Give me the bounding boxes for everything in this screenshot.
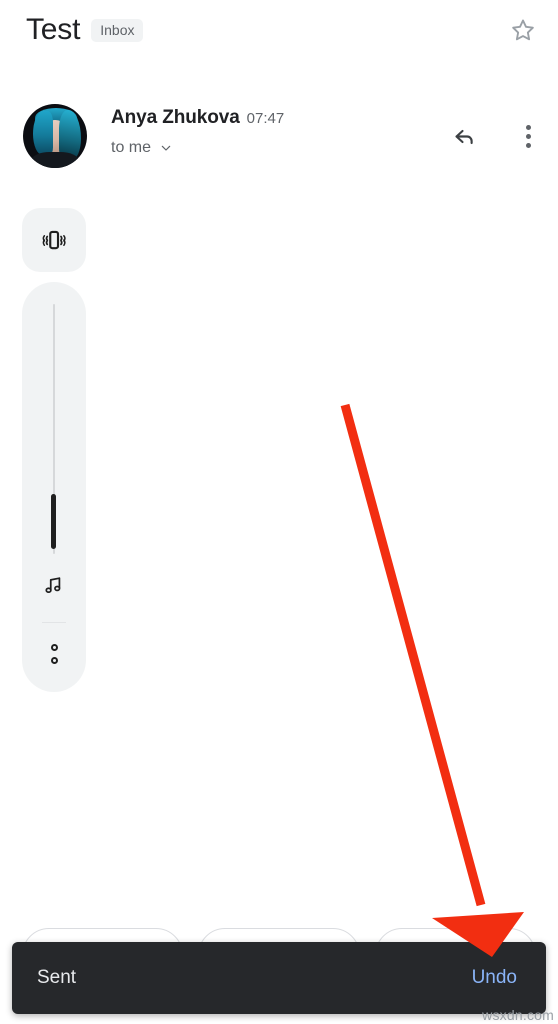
sender-text-group: Anya Zhukova 07:47 to me — [111, 106, 284, 157]
star-button[interactable] — [503, 11, 543, 51]
vibrate-mode-button[interactable] — [22, 208, 86, 272]
recipient-row[interactable]: to me — [111, 139, 284, 157]
recipient-label: to me — [111, 139, 152, 156]
undo-button[interactable]: Undo — [468, 961, 521, 995]
snackbar-message: Sent — [37, 967, 77, 988]
subject-row: Test Inbox — [26, 12, 144, 48]
volume-panel-more-button[interactable] — [22, 637, 86, 671]
volume-slider-panel — [22, 282, 86, 692]
sender-name: Anya Zhukova — [111, 107, 240, 128]
avatar-body — [31, 152, 79, 168]
snackbar: Sent Undo — [12, 942, 546, 1014]
sender-name-row: Anya Zhukova 07:47 — [111, 106, 284, 131]
panel-divider — [42, 622, 66, 623]
more-options-dots-icon — [50, 644, 58, 664]
more-vert-icon — [525, 124, 531, 148]
message-time: 07:47 — [246, 110, 285, 127]
avatar-hair-left — [33, 111, 53, 155]
phone-vibrate-icon — [42, 230, 66, 250]
music-note-icon — [45, 577, 61, 594]
star-outline-icon — [512, 19, 534, 41]
avatar[interactable] — [23, 104, 87, 168]
page-title: Test — [26, 13, 81, 46]
chevron-down-icon[interactable] — [158, 140, 174, 156]
label-chip-inbox[interactable]: Inbox — [91, 18, 144, 42]
reply-arrow-icon — [455, 129, 473, 145]
reply-button[interactable] — [443, 114, 487, 158]
message-overflow-button[interactable] — [508, 114, 548, 158]
watermark: wsxdn.com — [482, 1007, 554, 1023]
media-volume-button[interactable] — [22, 568, 86, 602]
email-header: Test Inbox — [0, 0, 558, 70]
message-sender-block: Anya Zhukova 07:47 to me — [0, 96, 558, 176]
volume-slider-thumb[interactable] — [51, 494, 56, 549]
